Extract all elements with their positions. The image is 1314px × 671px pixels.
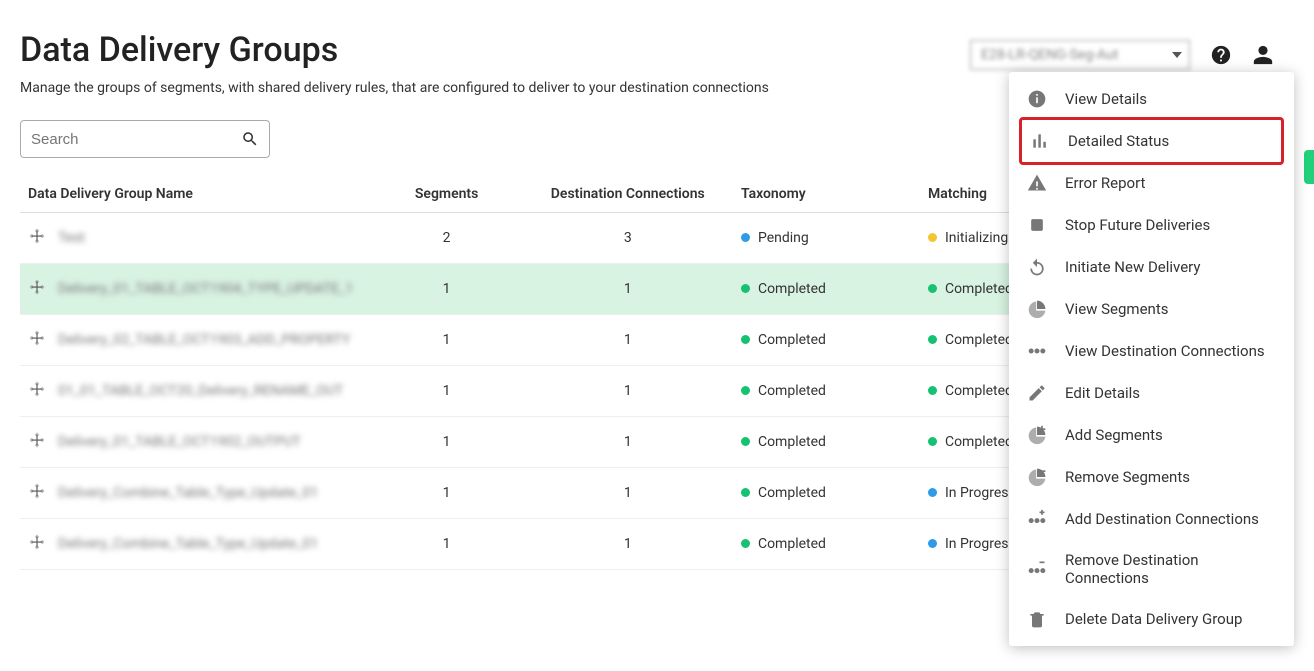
col-segments[interactable]: Segments xyxy=(371,176,523,213)
warning-icon xyxy=(1027,173,1047,193)
menu-item-delete-data-delivery-group[interactable]: Delete Data Delivery Group xyxy=(1009,598,1294,640)
pie-minus-icon xyxy=(1027,467,1047,487)
menu-item-label: Edit Details xyxy=(1065,384,1140,402)
chevron-down-icon xyxy=(1172,52,1182,58)
menu-item-label: Remove Destination Connections xyxy=(1065,551,1276,587)
menu-item-remove-segments[interactable]: Remove Segments xyxy=(1009,456,1294,498)
help-icon[interactable] xyxy=(1210,44,1232,66)
menu-item-label: Detailed Status xyxy=(1068,132,1169,150)
menu-item-label: Error Report xyxy=(1065,174,1145,192)
trash-icon xyxy=(1027,609,1047,629)
menu-item-view-destination-connections[interactable]: View Destination Connections xyxy=(1009,330,1294,372)
group-name: Delivery_02_TABLE_OCT1903_ADD_PROPERTY xyxy=(58,332,350,348)
group-name: Test xyxy=(58,230,85,246)
group-name: Delivery_Combine_Table_Type_Update_01 xyxy=(58,485,318,501)
move-icon[interactable] xyxy=(28,227,46,249)
matching-status: Completed xyxy=(928,434,1013,450)
segments-count: 1 xyxy=(371,417,523,468)
menu-item-view-details[interactable]: View Details xyxy=(1009,78,1294,120)
taxonomy-status: Completed xyxy=(741,536,826,552)
destinations-count: 1 xyxy=(523,519,733,570)
move-icon[interactable] xyxy=(28,431,46,453)
taxonomy-status: Completed xyxy=(741,485,826,501)
search-icon xyxy=(241,130,259,148)
group-name: Delivery_01_TABLE_OCT1902_OUTPUT xyxy=(58,434,301,450)
bar-chart-icon xyxy=(1030,131,1050,151)
menu-item-add-destination-connections[interactable]: Add Destination Connections xyxy=(1009,498,1294,540)
menu-item-detailed-status[interactable]: Detailed Status xyxy=(1019,117,1284,165)
segments-count: 1 xyxy=(371,366,523,417)
menu-item-view-segments[interactable]: View Segments xyxy=(1009,288,1294,330)
taxonomy-status: Completed xyxy=(741,281,826,297)
account-select-label: E28-LR-QENG-Seg-Aut xyxy=(970,40,1190,70)
destinations-count: 3 xyxy=(523,213,733,264)
menu-item-label: View Details xyxy=(1065,90,1147,108)
menu-item-remove-destination-connections[interactable]: Remove Destination Connections xyxy=(1009,540,1294,598)
link-minus-icon xyxy=(1027,559,1047,579)
matching-status: Completed xyxy=(928,383,1013,399)
segments-count: 2 xyxy=(371,213,523,264)
destinations-count: 1 xyxy=(523,468,733,519)
menu-item-error-report[interactable]: Error Report xyxy=(1009,162,1294,204)
user-icon[interactable] xyxy=(1252,44,1274,66)
menu-item-edit-details[interactable]: Edit Details xyxy=(1009,372,1294,414)
menu-item-initiate-new-delivery[interactable]: Initiate New Delivery xyxy=(1009,246,1294,288)
search-input-wrap[interactable] xyxy=(20,120,270,158)
taxonomy-status: Completed xyxy=(741,434,826,450)
menu-item-label: Add Segments xyxy=(1065,426,1163,444)
segments-count: 1 xyxy=(371,468,523,519)
col-destinations[interactable]: Destination Connections xyxy=(523,176,733,213)
matching-status: Initializing xyxy=(928,230,1008,246)
matching-status: In Progress xyxy=(928,485,1016,501)
pencil-icon xyxy=(1027,383,1047,403)
move-icon[interactable] xyxy=(28,329,46,351)
destinations-count: 1 xyxy=(523,417,733,468)
group-name: Delivery_01_TABLE_OCT1904_TYPE_UPDATE_1 xyxy=(58,281,353,297)
side-accent-tab xyxy=(1304,150,1314,184)
col-taxonomy[interactable]: Taxonomy xyxy=(733,176,920,213)
destinations-count: 1 xyxy=(523,315,733,366)
header-actions: E28-LR-QENG-Seg-Aut xyxy=(970,40,1274,70)
segments-count: 1 xyxy=(371,264,523,315)
menu-item-label: Delete Data Delivery Group xyxy=(1065,610,1242,628)
group-name: Delivery_Combine_Table_Type_Update_01 xyxy=(58,536,318,552)
menu-item-add-segments[interactable]: Add Segments xyxy=(1009,414,1294,456)
context-menu: View Details Detailed Status Error Report S… xyxy=(1009,72,1294,646)
link-icon xyxy=(1027,341,1047,361)
menu-item-label: View Destination Connections xyxy=(1065,342,1265,360)
refresh-icon xyxy=(1027,257,1047,277)
menu-item-label: Remove Segments xyxy=(1065,468,1190,486)
move-icon[interactable] xyxy=(28,380,46,402)
group-name: 01_01_TABLE_OCT20_Delivery_RENAME_OUT xyxy=(58,383,343,399)
matching-status: In Progress xyxy=(928,536,1016,552)
segments-count: 1 xyxy=(371,519,523,570)
menu-item-label: View Segments xyxy=(1065,300,1168,318)
destinations-count: 1 xyxy=(523,366,733,417)
link-plus-icon xyxy=(1027,509,1047,529)
search-input[interactable] xyxy=(31,131,241,148)
menu-item-label: Stop Future Deliveries xyxy=(1065,216,1210,234)
account-select[interactable]: E28-LR-QENG-Seg-Aut xyxy=(970,40,1190,70)
segments-count: 1 xyxy=(371,315,523,366)
info-icon xyxy=(1027,89,1047,109)
move-icon[interactable] xyxy=(28,278,46,300)
col-name[interactable]: Data Delivery Group Name xyxy=(20,176,371,213)
menu-item-label: Initiate New Delivery xyxy=(1065,258,1200,276)
menu-item-label: Add Destination Connections xyxy=(1065,510,1259,528)
matching-status: Completed xyxy=(928,281,1013,297)
menu-item-stop-future-deliveries[interactable]: Stop Future Deliveries xyxy=(1009,204,1294,246)
destinations-count: 1 xyxy=(523,264,733,315)
pie-icon xyxy=(1027,299,1047,319)
move-icon[interactable] xyxy=(28,533,46,555)
taxonomy-status: Completed xyxy=(741,332,826,348)
pie-plus-icon xyxy=(1027,425,1047,445)
stop-icon xyxy=(1027,215,1047,235)
taxonomy-status: Completed xyxy=(741,383,826,399)
taxonomy-status: Pending xyxy=(741,230,809,246)
matching-status: Completed xyxy=(928,332,1013,348)
move-icon[interactable] xyxy=(28,482,46,504)
